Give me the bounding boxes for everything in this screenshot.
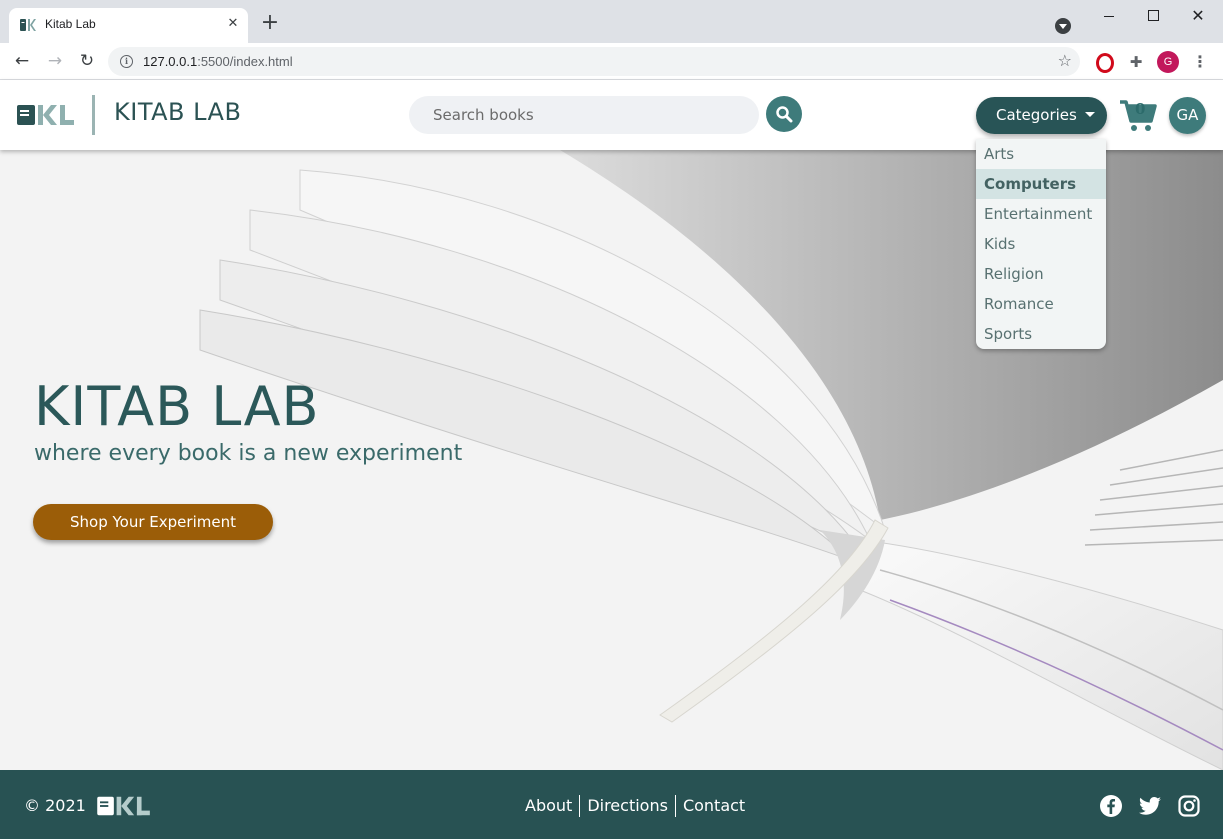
profile-avatar[interactable]: G — [1157, 51, 1179, 73]
categories-label: Categories — [996, 106, 1077, 124]
window-close-button[interactable]: ✕ — [1183, 6, 1213, 26]
categories-button[interactable]: Categories — [976, 97, 1107, 134]
category-item-romance[interactable]: Romance — [976, 289, 1106, 319]
cart-button[interactable]: 0 — [1118, 96, 1158, 134]
address-bar[interactable]: i 127.0.0.1:5500/index.html ☆ — [108, 47, 1080, 76]
window-maximize-button[interactable] — [1138, 6, 1168, 26]
category-item-kids[interactable]: Kids — [976, 229, 1106, 259]
hero-title: KITAB LAB — [34, 375, 320, 438]
kitab-lab-logo-icon[interactable] — [16, 102, 76, 128]
opera-extension-icon[interactable] — [1094, 52, 1114, 73]
footer-logo-icon[interactable] — [95, 794, 153, 818]
shop-your-experiment-button[interactable]: Shop Your Experiment — [33, 504, 273, 540]
extensions-puzzle-icon[interactable]: ✚ — [1126, 52, 1146, 72]
category-item-sports[interactable]: Sports — [976, 319, 1106, 349]
url-text[interactable]: 127.0.0.1:5500/index.html — [143, 54, 293, 69]
tab-title: Kitab Lab — [45, 17, 96, 31]
search-icon — [776, 106, 793, 123]
categories-dropdown: Arts Computers Entertainment Kids Religi… — [976, 139, 1106, 349]
reload-icon[interactable]: ↻ — [77, 51, 97, 71]
caret-down-icon — [1085, 112, 1095, 117]
site-info-icon[interactable]: i — [120, 55, 133, 68]
tab-search-icon[interactable] — [1055, 18, 1071, 34]
category-item-religion[interactable]: Religion — [976, 259, 1106, 289]
brand-name[interactable]: KITAB LAB — [114, 98, 241, 126]
category-item-arts[interactable]: Arts — [976, 139, 1106, 169]
forward-arrow-icon[interactable]: → — [45, 51, 65, 71]
footer-link-contact[interactable]: Contact — [674, 795, 752, 817]
hero-subtitle: where every book is a new experiment — [34, 441, 463, 466]
category-item-computers[interactable]: Computers — [976, 169, 1106, 199]
copyright-text: © 2021 — [24, 796, 86, 815]
window-minimize-button[interactable] — [1094, 6, 1124, 26]
back-arrow-icon[interactable]: ← — [12, 51, 32, 71]
user-avatar[interactable]: GA — [1169, 97, 1206, 134]
twitter-icon[interactable] — [1138, 794, 1162, 818]
browser-tab[interactable]: Kitab Lab ✕ — [9, 8, 248, 43]
footer-link-directions[interactable]: Directions — [579, 795, 675, 817]
site-footer: © 2021 About Directions Contact — [0, 770, 1223, 839]
kitab-lab-favicon-icon — [20, 19, 36, 31]
facebook-icon[interactable] — [1099, 794, 1123, 818]
new-tab-button[interactable]: + — [260, 12, 280, 34]
bookmark-star-icon[interactable]: ☆ — [1058, 51, 1072, 70]
cart-count-badge: 0 — [1135, 100, 1146, 118]
browser-toolbar: ← → ↻ i 127.0.0.1:5500/index.html ☆ ✚ G … — [0, 43, 1223, 80]
logo-divider — [92, 95, 95, 135]
url-host: 127.0.0.1 — [143, 54, 198, 69]
footer-link-about[interactable]: About — [518, 795, 579, 817]
footer-nav: About Directions Contact — [518, 795, 752, 817]
browser-menu-icon[interactable]: ⋮ — [1190, 52, 1210, 72]
instagram-icon[interactable] — [1177, 794, 1201, 818]
search-button[interactable] — [766, 96, 802, 132]
category-item-entertainment[interactable]: Entertainment — [976, 199, 1106, 229]
tab-close-icon[interactable]: ✕ — [224, 15, 242, 33]
browser-tabstrip: Kitab Lab ✕ + ✕ — [0, 0, 1223, 43]
search-input[interactable] — [409, 96, 759, 134]
url-path: :5500/index.html — [197, 54, 293, 69]
